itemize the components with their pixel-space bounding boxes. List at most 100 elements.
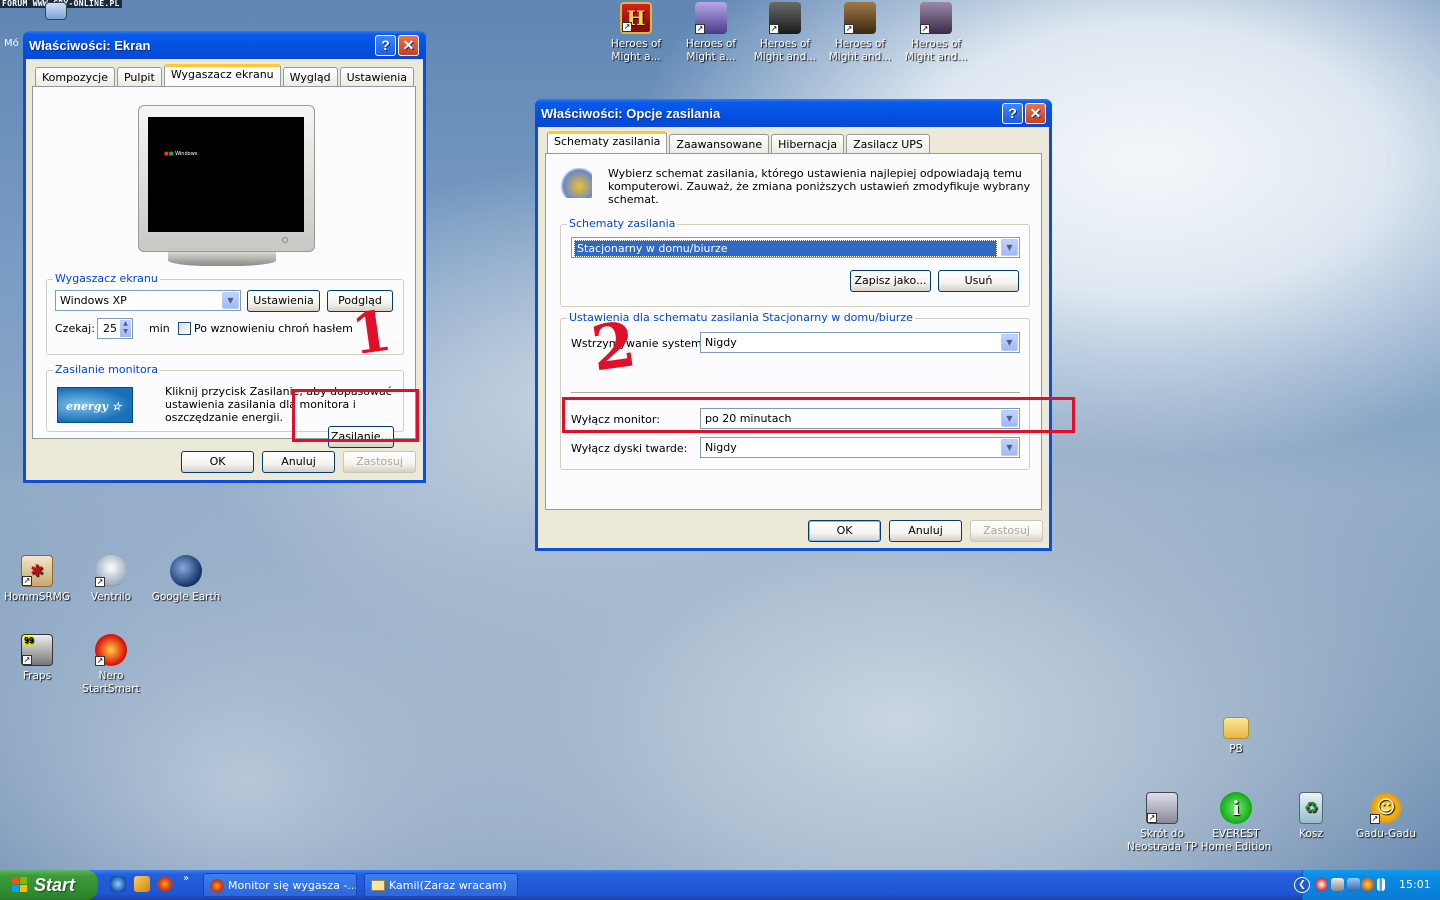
desktop-icon-fraps[interactable]: 99 ↗ Fraps (0, 634, 75, 683)
delete-button[interactable]: Usuń (938, 270, 1019, 292)
help-icon[interactable]: ? (375, 35, 396, 56)
map-icon: ✱ ↗ (21, 555, 53, 587)
close-icon[interactable]: ✕ (1025, 103, 1046, 124)
desktop-icon-label: Heroes of Might and... (904, 38, 968, 63)
title-bar[interactable]: Właściwości: Ekran ? ✕ (23, 31, 426, 59)
password-checkbox[interactable] (178, 322, 191, 335)
wait-spinner[interactable]: 25 ▲ ▼ (97, 318, 133, 339)
firefox-icon[interactable] (157, 876, 173, 892)
preview-screen: ■■ Windows (148, 117, 304, 232)
standby-select[interactable]: Nigdy ▼ (700, 332, 1020, 353)
tab-power-schemes[interactable]: Schematy zasilania (547, 131, 668, 153)
desktop-icon-hommsrmg[interactable]: ✱ ↗ HommSRMG (0, 555, 75, 604)
taskbar-item-gadu[interactable]: Kamil(Zaraz wracam) (364, 873, 518, 897)
annotation-box-power-button (292, 389, 419, 442)
headset-icon: ↗ (95, 555, 127, 587)
desktop-icon-pb-folder[interactable]: PB (1198, 713, 1274, 756)
tab-hibernate[interactable]: Hibernacja (771, 134, 845, 153)
desktop-icon-ventrilo[interactable]: ↗ Ventrilo (73, 555, 149, 604)
screensaver-settings-button[interactable]: Ustawienia (247, 290, 320, 312)
shortcut-arrow-icon: ↗ (844, 24, 854, 34)
shortcut-arrow-icon: ↗ (695, 24, 705, 34)
desktop-icon-neostrada[interactable]: ↗ Skrót do Neostrada TP (1123, 792, 1201, 854)
folder-icon (1223, 717, 1249, 739)
desktop-icon-heroes-4[interactable]: ↗ Heroes of Might and... (822, 2, 898, 64)
chevron-down-icon[interactable]: ▼ (222, 292, 239, 309)
taskbar: Start » Monitor się wygasza -... Kamil(Z… (0, 870, 1440, 900)
ok-button[interactable]: OK (181, 451, 254, 473)
tab-ups[interactable]: Zasilacz UPS (846, 134, 930, 153)
shortcut-arrow-icon: ↗ (95, 656, 105, 666)
desktop-icon-my-computer[interactable] (36, 2, 76, 24)
globe-icon (170, 555, 202, 587)
info-icon: i (1220, 792, 1252, 824)
chevron-down-icon[interactable]: ▼ (1001, 334, 1018, 351)
start-button[interactable]: Start (0, 870, 98, 900)
help-icon[interactable]: ? (1002, 103, 1023, 124)
power-schemes-group: Schematy zasilania Stacjonarny w domu/bi… (560, 217, 1030, 307)
power-led (282, 237, 288, 243)
desktop-icon-label: Heroes of Might and... (828, 38, 892, 63)
desktop-icon-label: Google Earth (151, 591, 221, 603)
desktop-icon-heroes-1[interactable]: H ↗ Heroes of Might a... (598, 2, 674, 64)
fraps-icon: 99 ↗ (21, 634, 53, 666)
desktop-icon-label: Fraps (22, 670, 52, 682)
tray-icon-monitor[interactable] (1347, 878, 1360, 891)
tab-desktop[interactable]: Pulpit (116, 67, 162, 86)
tray-expand-icon[interactable]: ❮ (1294, 877, 1310, 893)
min-label: min (149, 322, 170, 335)
ie-icon[interactable] (110, 876, 126, 892)
shortcut-arrow-icon: ↗ (22, 576, 32, 586)
tray-icon-1[interactable] (1315, 878, 1328, 891)
desktop-icon-label: Heroes of Might and... (753, 38, 817, 63)
chevron-down-icon[interactable]: ▼ (1001, 439, 1018, 456)
save-as-button[interactable]: Zapisz jako... (850, 270, 931, 292)
spinner-arrows-icon[interactable]: ▲ ▼ (120, 320, 131, 337)
shortcut-arrow-icon: ↗ (95, 577, 105, 587)
scheme-select[interactable]: Stacjonarny w domu/biurze ▼ (571, 237, 1020, 258)
tray-icon-volume[interactable] (1377, 878, 1385, 891)
desktop-icon-recycle-bin[interactable]: ♻ Kosz (1273, 792, 1349, 841)
windows-logo-preview: ■■ Windows (164, 151, 198, 157)
quicklaunch-expand-icon[interactable]: » (183, 873, 189, 884)
screensaver-select[interactable]: Windows XP ▼ (55, 290, 241, 311)
chevron-down-icon[interactable]: ▼ (1001, 239, 1018, 256)
tray-icon-settings[interactable] (1361, 878, 1374, 891)
start-label: Start (34, 875, 76, 895)
tab-appearance[interactable]: Wygląd (282, 67, 338, 86)
desktop-icon-google-earth[interactable]: Google Earth (148, 555, 224, 604)
tab-themes[interactable]: Kompozycje (35, 67, 115, 86)
shortcut-arrow-icon: ↗ (1147, 813, 1157, 823)
disks-off-select[interactable]: Nigdy ▼ (700, 437, 1020, 458)
desktop-icon-label: Mó (4, 38, 19, 49)
group-label: Schematy zasilania (567, 217, 678, 230)
desktop-icon-heroes-5[interactable]: ↗ Heroes of Might and... (898, 2, 974, 64)
tab-settings[interactable]: Ustawienia (339, 67, 415, 86)
cancel-button[interactable]: Anuluj (889, 520, 962, 542)
desktop-icon-gadu-gadu[interactable]: ☺ ↗ Gadu-Gadu (1348, 792, 1424, 841)
desktop-icon-label: EVEREST Home Edition (1200, 828, 1272, 853)
apply-button[interactable]: Zastosuj (343, 451, 416, 473)
apply-button[interactable]: Zastosuj (970, 520, 1043, 542)
ok-button[interactable]: OK (808, 520, 881, 542)
title-bar[interactable]: Właściwości: Opcje zasilania ? ✕ (535, 99, 1052, 127)
winamp-icon[interactable] (134, 876, 150, 892)
select-value: Nigdy (705, 441, 737, 454)
desktop-icon-nero[interactable]: ↗ Nero StartSmart (73, 634, 149, 696)
tab-advanced[interactable]: Zaawansowane (669, 134, 770, 153)
close-icon[interactable]: ✕ (398, 35, 419, 56)
spinner-value: 25 (103, 322, 117, 335)
desktop-icon-heroes-2[interactable]: ↗ Heroes of Might a... (673, 2, 749, 64)
tray-icon-network[interactable] (1331, 878, 1344, 891)
shortcut-arrow-icon: ↗ (22, 655, 32, 665)
tab-screensaver[interactable]: Wygaszacz ekranu (163, 64, 281, 86)
tab-panel: ■■ Windows Wygaszacz ekranu Windows XP ▼ … (32, 86, 416, 448)
clock[interactable]: 15:01 (1399, 878, 1431, 891)
desktop-icon-everest[interactable]: i EVEREST Home Edition (1198, 792, 1274, 854)
intro-text: Wybierz schemat zasilania, którego ustaw… (608, 167, 1031, 206)
taskbar-item-firefox[interactable]: Monitor się wygasza -... (203, 873, 357, 897)
desktop-icon-heroes-3[interactable]: ↗ Heroes of Might and... (747, 2, 823, 64)
shortcut-arrow-icon: ↗ (622, 22, 632, 32)
cancel-button[interactable]: Anuluj (262, 451, 335, 473)
desktop-icon-label: HommSRMG (4, 591, 70, 603)
